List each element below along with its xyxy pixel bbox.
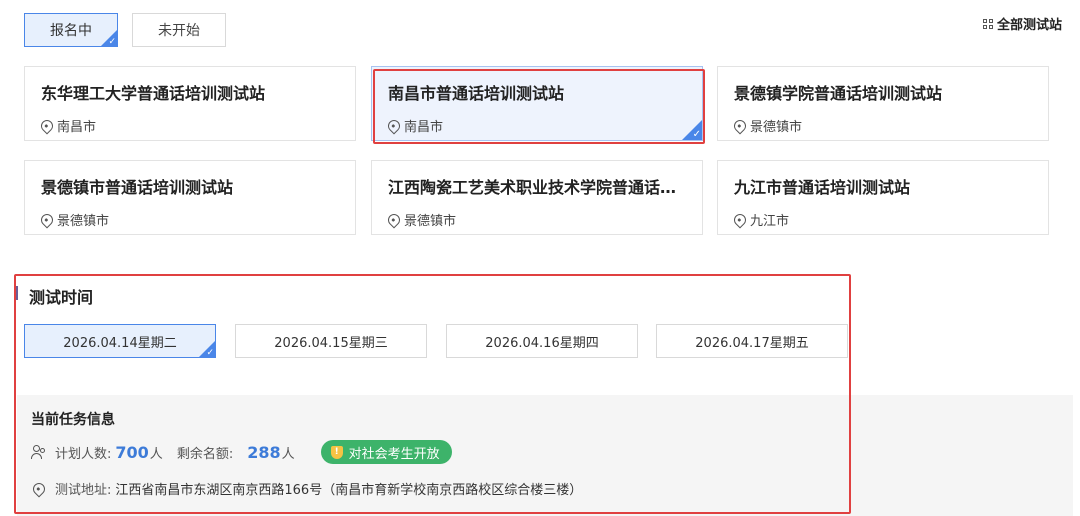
tab-registering[interactable]: 报名中 bbox=[24, 13, 118, 47]
people-icon bbox=[31, 445, 47, 459]
station-card[interactable]: 九江市普通话培训测试站 九江市 bbox=[717, 160, 1049, 235]
station-city: 景德镇市 bbox=[750, 120, 803, 135]
date-label: 2026.04.16星期四 bbox=[485, 335, 599, 351]
station-card-selected[interactable]: 南昌市普通话培训测试站 南昌市 bbox=[371, 66, 703, 141]
date-option[interactable]: 2026.04.14星期二 bbox=[24, 324, 216, 358]
station-location: 南昌市 bbox=[385, 116, 686, 135]
location-pin-icon bbox=[731, 117, 749, 134]
station-name: 景德镇市普通话培训测试站 bbox=[41, 178, 234, 197]
station-location: 景德镇市 bbox=[731, 116, 1032, 135]
grid-icon bbox=[982, 18, 993, 29]
station-city: 景德镇市 bbox=[57, 214, 110, 229]
check-icon bbox=[101, 30, 117, 47]
all-stations-label: 全部测试站 bbox=[996, 18, 1062, 33]
section-marker bbox=[15, 286, 18, 300]
location-pin-icon bbox=[38, 211, 56, 228]
location-pin-icon bbox=[30, 480, 48, 497]
tab-label: 未开始 bbox=[158, 23, 200, 39]
date-option[interactable]: 2026.04.16星期四 bbox=[446, 324, 638, 358]
location-pin-icon bbox=[731, 211, 749, 228]
tab-not-started[interactable]: 未开始 bbox=[132, 13, 226, 47]
date-label: 2026.04.17星期五 bbox=[695, 335, 809, 351]
station-card[interactable]: 江西陶瓷工艺美术职业技术学院普通话培训测试站 景德镇市 bbox=[371, 160, 703, 235]
planned-label: 计划人数: bbox=[55, 446, 112, 462]
planned-unit: 人 bbox=[149, 446, 163, 462]
address-row: 测试地址: 江西省南昌市东湖区南京西路166号（南昌市育新学校南京西路校区综合楼… bbox=[30, 479, 583, 498]
station-card[interactable]: 景德镇学院普通话培训测试站 景德镇市 bbox=[717, 66, 1049, 141]
task-info-title: 当前任务信息 bbox=[31, 412, 115, 428]
check-icon bbox=[682, 120, 702, 140]
remaining-count: 288 bbox=[247, 442, 281, 462]
section-title-test-time: 测试时间 bbox=[29, 288, 94, 307]
station-name: 南昌市普通话培训测试站 bbox=[388, 84, 565, 103]
date-label: 2026.04.14星期二 bbox=[63, 335, 177, 351]
station-city: 南昌市 bbox=[404, 120, 444, 135]
station-card[interactable]: 景德镇市普通话培训测试站 景德镇市 bbox=[24, 160, 356, 235]
station-name: 江西陶瓷工艺美术职业技术学院普通话培训测试站 bbox=[388, 178, 686, 197]
location-pin-icon bbox=[38, 117, 56, 134]
date-label: 2026.04.15星期三 bbox=[274, 335, 388, 351]
station-location: 南昌市 bbox=[38, 116, 339, 135]
station-location: 景德镇市 bbox=[385, 210, 686, 229]
planned-count: 700 bbox=[115, 442, 149, 462]
address-label: 测试地址: bbox=[55, 483, 112, 498]
station-name: 东华理工大学普通话培训测试站 bbox=[41, 84, 266, 103]
badge-label: 对社会考生开放 bbox=[348, 446, 440, 462]
location-pin-icon bbox=[385, 211, 403, 228]
station-city: 九江市 bbox=[750, 214, 790, 229]
all-stations-link[interactable]: 全部测试站 bbox=[982, 14, 1062, 33]
check-icon bbox=[199, 341, 215, 358]
station-card[interactable]: 东华理工大学普通话培训测试站 南昌市 bbox=[24, 66, 356, 141]
address-value: 江西省南昌市东湖区南京西路166号（南昌市育新学校南京西路校区综合楼三楼） bbox=[115, 483, 583, 498]
tab-label: 报名中 bbox=[50, 23, 92, 39]
station-location: 景德镇市 bbox=[38, 210, 339, 229]
date-option[interactable]: 2026.04.17星期五 bbox=[656, 324, 848, 358]
remaining-label: 剩余名额: bbox=[176, 446, 234, 462]
shield-icon bbox=[330, 445, 343, 459]
station-location: 九江市 bbox=[731, 210, 1032, 229]
station-city: 景德镇市 bbox=[404, 214, 457, 229]
station-name: 景德镇学院普通话培训测试站 bbox=[734, 84, 943, 103]
remaining-unit: 人 bbox=[281, 446, 295, 462]
location-pin-icon bbox=[385, 117, 403, 134]
station-name: 九江市普通话培训测试站 bbox=[734, 178, 911, 197]
station-city: 南昌市 bbox=[57, 120, 97, 135]
date-option[interactable]: 2026.04.15星期三 bbox=[235, 324, 427, 358]
open-status-badge: 对社会考生开放 bbox=[320, 440, 452, 464]
quota-row: 计划人数: 700 人 剩余名额: 288 人 对社会考生开放 bbox=[31, 440, 452, 464]
